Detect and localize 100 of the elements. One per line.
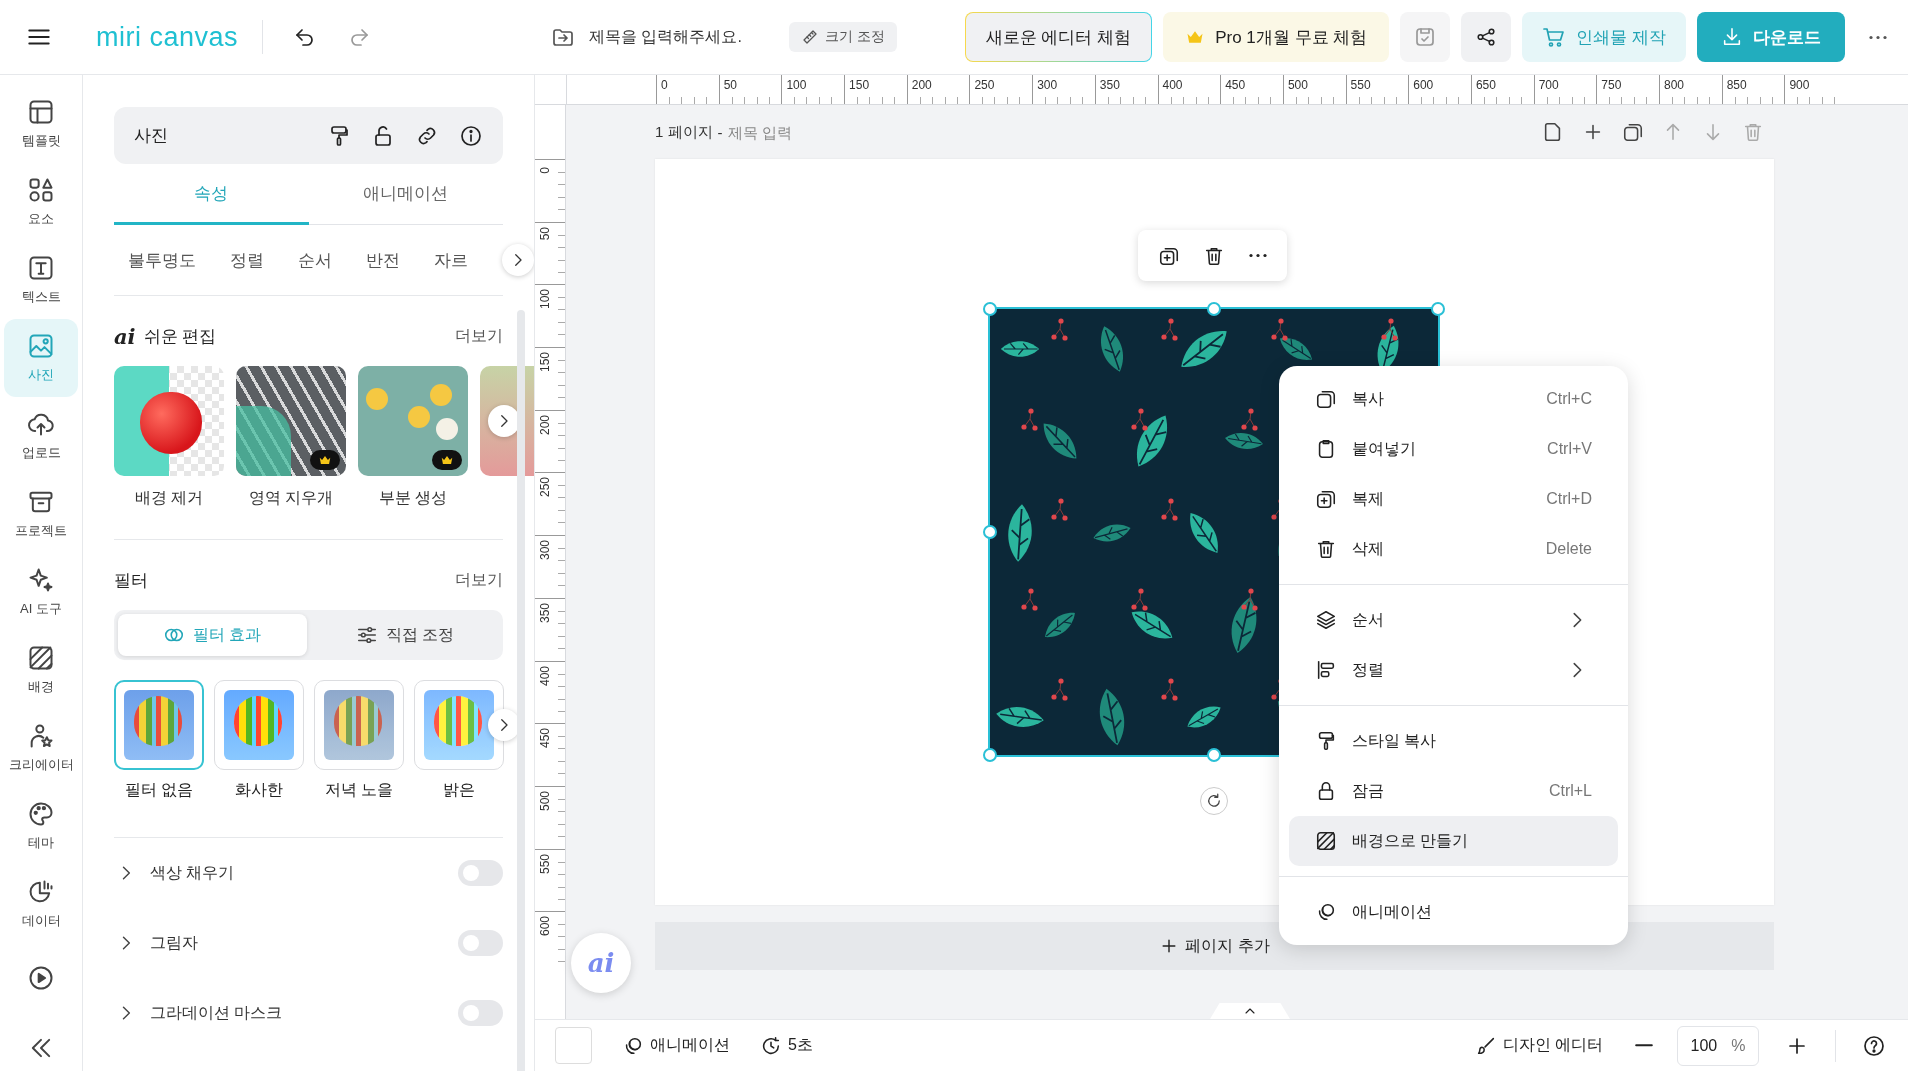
shortcut-text: Ctrl+V [1547,440,1592,458]
ruler-label: 600 [538,916,552,937]
ruler-label: 550 [538,853,552,874]
menu-item[interactable]: 붙여넣기 Ctrl+V [1289,424,1618,474]
ruler-label: 850 [1726,78,1747,92]
tool-label: 배경 제거 [134,488,204,508]
title-field[interactable]: 제목을 입력해주세요. [587,27,782,47]
menu-item[interactable]: 삭제 Delete [1289,524,1618,574]
more-link[interactable]: 더보기 [455,569,503,591]
resize-button[interactable]: 크기 조정 [789,22,897,52]
filter-mode-tab[interactable]: 직접 조정 [310,614,499,656]
menu-item[interactable]: 복제 Ctrl+D [1289,474,1618,524]
property-tab[interactable]: 순서 [298,248,332,272]
layout-icon [27,98,55,126]
sidebar-item[interactable]: 요소 [4,163,78,241]
property-tab[interactable]: 정렬 [230,248,264,272]
scrollbar[interactable] [517,310,525,1071]
property-tab[interactable]: 반전 [366,248,400,272]
menu-item[interactable]: 스타일 복사 [1289,716,1618,766]
resize-handle[interactable] [983,302,997,316]
new-editor-button[interactable]: 새로운 에디터 체험 [964,12,1153,62]
flower-thumbnail[interactable] [358,366,468,476]
copy-icon[interactable] [1622,121,1644,143]
ai-label: ai [114,323,136,349]
shapes-icon [27,176,55,204]
crown-badge [432,450,462,470]
ruler-label: 350 [1099,78,1120,92]
zoom-out-button[interactable] [1635,1043,1653,1048]
ruler-label: 900 [1789,78,1810,92]
sidebar-item[interactable]: 업로드 [4,397,78,475]
menu-item[interactable]: 복사 Ctrl+C [1289,374,1618,424]
resize-handle[interactable] [1207,302,1221,316]
download-icon [1721,26,1743,48]
share-button[interactable] [1461,12,1512,62]
sidebar-item[interactable]: AI 도구 [4,553,78,631]
ruler-label: 500 [538,790,552,811]
design-editor-button[interactable]: 디자인 에디터 [1474,1034,1603,1057]
hatched-square-icon [27,644,55,672]
menu-item[interactable]: 잠금 Ctrl+L [1289,766,1618,816]
filter-thumbnail[interactable] [114,680,204,770]
share-icon [1475,26,1498,48]
zoom-field[interactable]: 100 % [1677,1025,1759,1066]
more-icon[interactable] [1247,253,1268,258]
toggle-switch[interactable] [458,860,503,886]
sidebar-item[interactable]: 크리에이터 [4,709,78,787]
play-icon [27,964,55,992]
resize-handle[interactable] [983,748,997,762]
shortcut-text: Ctrl+C [1546,390,1592,408]
tool-label: 부분 생성 [378,488,448,508]
ruler-label: 300 [538,540,552,561]
street-thumbnail[interactable] [236,366,346,476]
toggle-switch[interactable] [458,930,503,956]
text-icon [27,254,55,282]
menu-item[interactable]: 배경으로 만들기 [1289,816,1618,866]
duration-button[interactable]: 5초 [760,1034,813,1057]
ruler-label: 350 [538,602,552,623]
separator-text: - [717,123,723,141]
background-color-swatch[interactable] [555,1027,592,1064]
panel-tab[interactable]: 애니메이션 [308,164,503,225]
clock-icon [760,1034,782,1057]
sidebar-item[interactable]: 데이터 [4,865,78,943]
more-button[interactable] [1868,34,1888,40]
menu-item[interactable]: 정렬 [1289,645,1618,695]
sidebar-item[interactable]: 텍스트 [4,241,78,319]
layers-icon [1315,609,1337,631]
tool-label: 영역 지우개 [248,488,334,508]
property-tab[interactable]: 자르 [434,248,468,272]
resize-handle[interactable] [1431,302,1445,316]
resize-handle[interactable] [1207,748,1221,762]
sidebar-item[interactable]: 템플릿 [4,85,78,163]
more-link[interactable]: 더보기 [455,325,503,347]
animation-button[interactable]: 애니메이션 [622,1034,730,1057]
palette-icon [27,800,55,828]
filter-thumbnail[interactable] [314,680,404,770]
filter-thumbnail[interactable] [414,680,504,770]
setting-label: 색상 채우기 [150,862,235,883]
menu-item[interactable]: 순서 [1289,595,1618,645]
sliders-icon [355,624,378,646]
cart-icon [1542,25,1567,49]
info-icon[interactable] [459,123,483,148]
filter-thumbnail[interactable] [214,680,304,770]
resize-handle[interactable] [983,525,997,539]
property-tab[interactable]: 불투명도 [128,248,196,272]
toggle-switch[interactable] [458,1000,503,1026]
ruler-label: 200 [538,414,552,435]
help-button[interactable] [1862,1033,1886,1058]
rotate-handle[interactable] [1200,787,1228,815]
help-icon [1862,1033,1886,1058]
sidebar-item[interactable]: 프로젝트 [4,475,78,553]
sidebar-item[interactable]: 배경 [4,631,78,709]
ruler-label: 100 [786,78,807,92]
page-title-field[interactable]: 제목 입력 [727,123,848,141]
ruler-label: 600 [1413,78,1434,92]
ruler-label: 0 [661,78,668,92]
pro-trial-button[interactable]: Pro 1개월 무료 체험 [1163,12,1390,62]
sidebar-item[interactable]: 테마 [4,787,78,865]
hatched-square-icon [1315,830,1337,852]
balloon-photo [324,690,394,760]
apple-thumbnail[interactable] [114,366,224,476]
panel-title: 사진 [134,125,168,147]
